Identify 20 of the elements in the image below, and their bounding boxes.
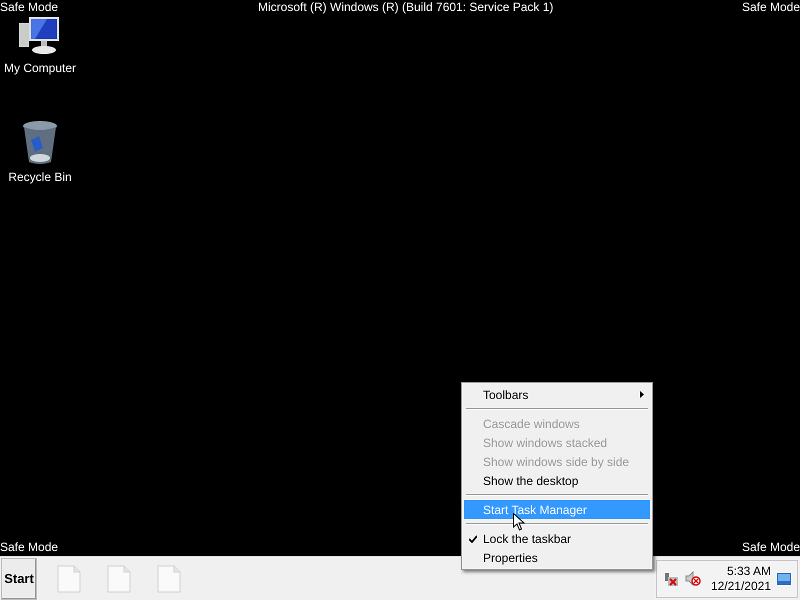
clock[interactable]: 5:33 AM 12/21/2021 — [710, 564, 771, 594]
desktop-icon-label: My Computer — [4, 61, 76, 76]
volume-error-icon[interactable] — [684, 570, 701, 586]
safe-mode-label: Safe Mode — [0, 0, 58, 15]
menu-item[interactable]: Properties — [464, 548, 650, 567]
menu-item[interactable]: Lock the taskbar — [464, 529, 650, 548]
network-error-icon[interactable] — [662, 570, 679, 586]
build-label: Microsoft (R) Windows (R) (Build 7601: Service Pack 1) — [258, 0, 554, 15]
menu-item[interactable]: Toolbars — [464, 385, 650, 404]
menu-item[interactable]: Show the desktop — [464, 471, 650, 490]
start-button[interactable]: Start — [1, 558, 37, 600]
mouse-pointer-icon — [513, 513, 525, 531]
safe-mode-label: Safe Mode — [742, 540, 800, 555]
monitor-icon[interactable] — [777, 572, 791, 584]
safe-mode-label: Safe Mode — [742, 0, 800, 15]
desktop-icon-label: Recycle Bin — [8, 170, 72, 185]
submenu-arrow-icon — [640, 391, 644, 398]
safe-mode-label: Safe Mode — [0, 540, 58, 555]
trash-bin-icon — [21, 120, 59, 166]
checkmark-icon — [469, 535, 477, 543]
